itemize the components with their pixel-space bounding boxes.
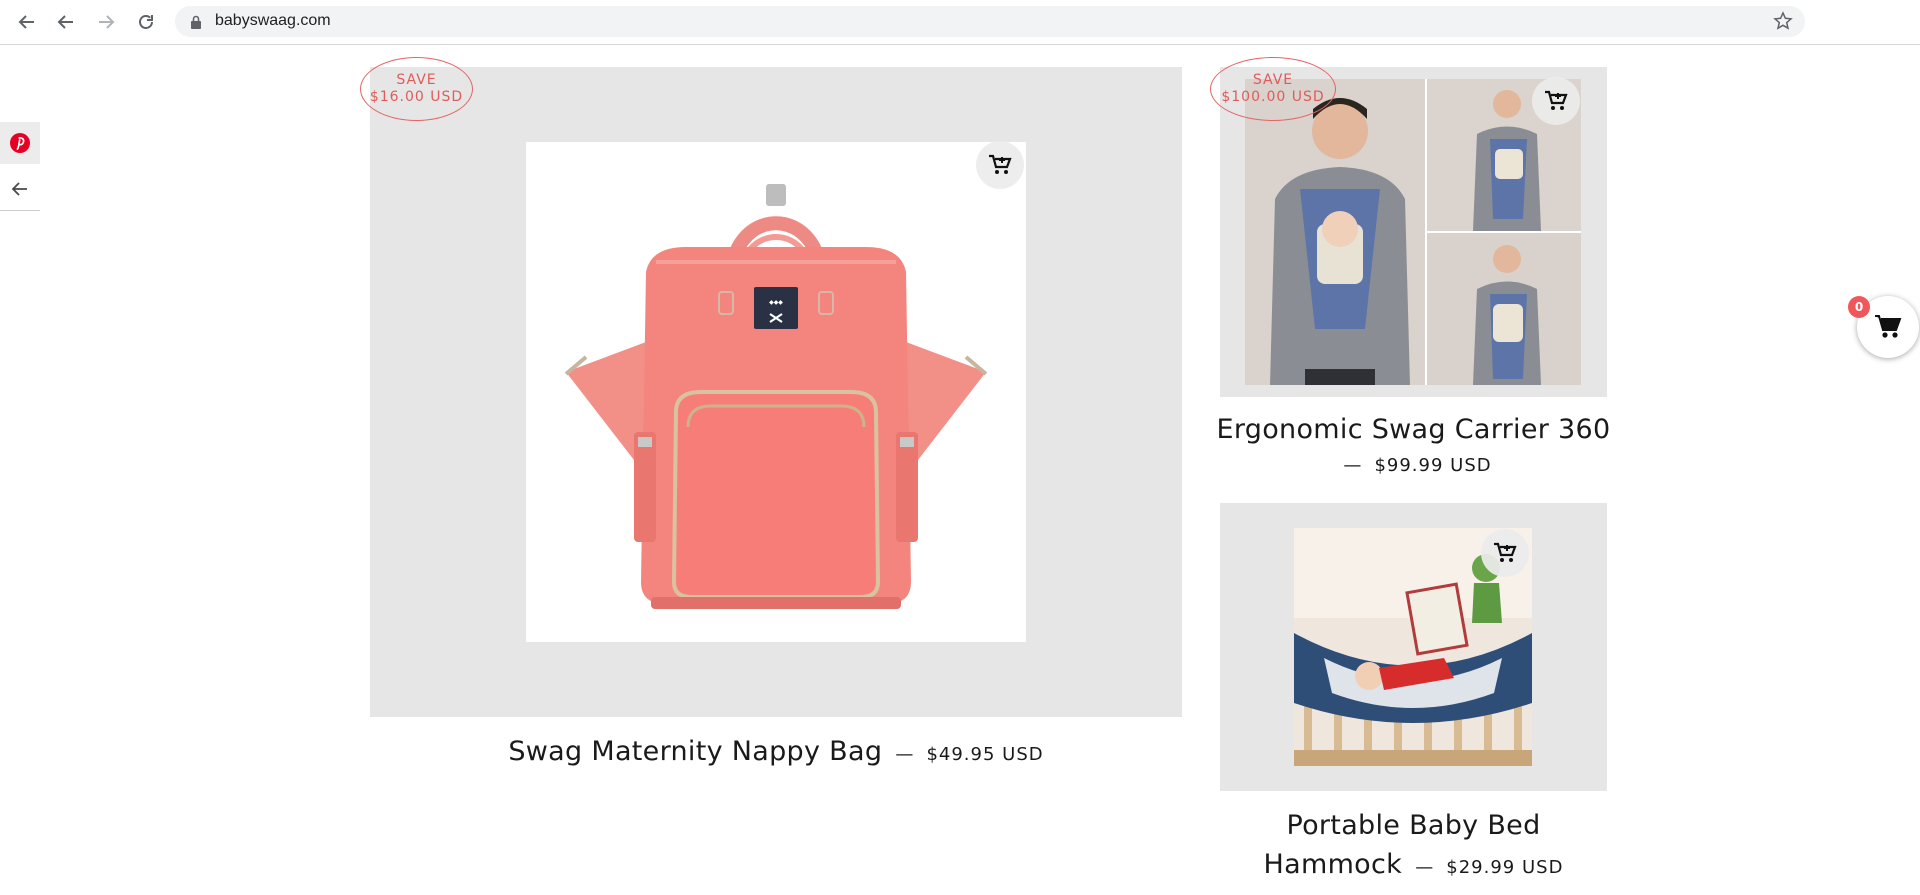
product-price: $29.99 USD [1446, 857, 1564, 878]
lock-icon [190, 14, 202, 33]
product-price: $99.99 USD [1374, 455, 1492, 476]
product-title[interactable]: Ergonomic Swag Carrier 360 [1200, 414, 1627, 445]
pink-backpack-illustration: ◆◆◆ [564, 184, 988, 609]
product-image[interactable]: ◆◆◆ [526, 142, 1026, 642]
arrow-left-icon [11, 182, 27, 196]
product-image-panel[interactable] [1220, 503, 1607, 791]
product-image-panel[interactable]: ◆◆◆ [370, 67, 1182, 717]
product-title-line1[interactable]: Portable Baby Bed [1200, 810, 1627, 841]
product-info: Portable Baby Bed Hammock — $29.99 USD [1200, 810, 1627, 880]
save-label: SAVE [1252, 72, 1294, 88]
cart-plus-icon [989, 154, 1012, 174]
save-badge: SAVE $100.00 USD [1210, 57, 1336, 121]
pinterest-share-button[interactable] [0, 122, 40, 164]
browser-toolbar: babyswaag.com [0, 0, 1920, 45]
arrow-left-icon [18, 15, 34, 29]
save-label: SAVE [396, 72, 437, 88]
price-separator: — [895, 744, 914, 765]
cart-count-badge: 0 [1848, 296, 1870, 318]
cart-plus-icon [1545, 90, 1568, 110]
quick-add-button[interactable] [1481, 529, 1529, 577]
product-title-line2[interactable]: Hammock [1264, 849, 1403, 880]
save-badge: SAVE $16.00 USD [360, 57, 473, 121]
save-amount: $100.00 USD [1221, 89, 1325, 105]
back-history-button[interactable] [54, 10, 78, 34]
address-bar[interactable]: babyswaag.com [175, 6, 1805, 37]
star-icon[interactable] [1773, 11, 1793, 35]
quick-add-button[interactable] [976, 141, 1024, 189]
pinterest-icon [10, 133, 30, 153]
arrow-left-icon [57, 15, 73, 29]
reload-button[interactable] [134, 10, 158, 34]
arrow-right-icon [99, 15, 115, 29]
reload-icon [139, 15, 153, 29]
product-title[interactable]: Swag Maternity Nappy Bag [508, 736, 882, 767]
product-price: $49.95 USD [926, 744, 1044, 765]
quick-add-button[interactable] [1532, 77, 1580, 125]
back-button[interactable] [15, 10, 39, 34]
svg-text:◆◆◆: ◆◆◆ [769, 299, 783, 306]
save-amount: $16.00 USD [369, 89, 464, 105]
cart-plus-icon [1494, 542, 1517, 562]
baby-carrier-photo-illustration [1245, 79, 1581, 385]
product-info: Swag Maternity Nappy Bag — $49.95 USD [370, 736, 1182, 767]
product-info: Ergonomic Swag Carrier 360 — $99.99 USD [1200, 414, 1627, 476]
price-separator: — [1415, 857, 1434, 878]
forward-button[interactable] [94, 10, 118, 34]
url-text: babyswaag.com [215, 12, 331, 29]
collapse-share-button[interactable] [0, 168, 40, 211]
price-separator: — [1343, 455, 1362, 476]
cart-icon [1875, 315, 1902, 338]
product-image[interactable] [1245, 79, 1581, 385]
